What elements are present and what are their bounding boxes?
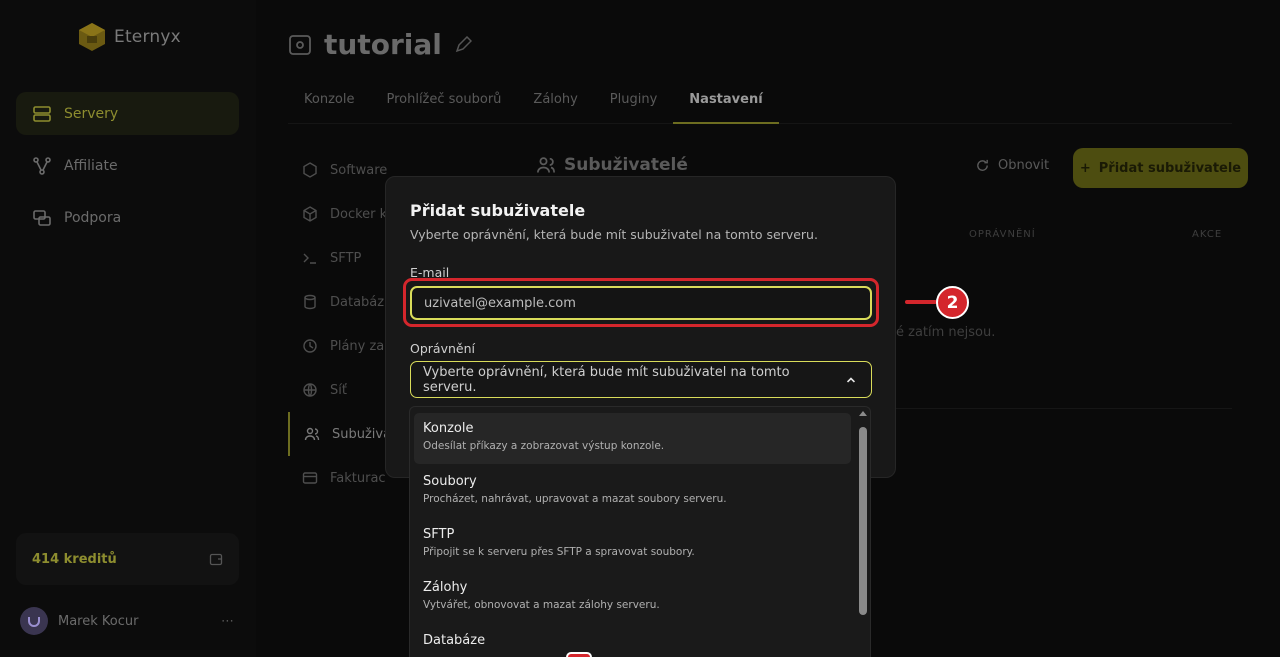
empty-state-text: é zatím nejsou.: [896, 325, 996, 340]
option-title: Databáze: [423, 633, 486, 648]
subnav-label: SFTP: [330, 250, 362, 266]
tab-bar: Konzole Prohlížeč souborů Zálohy Pluginy…: [288, 80, 1232, 124]
avatar: [20, 607, 48, 635]
option-description: Procházet, nahrávat, upravovat a mazat s…: [423, 493, 727, 505]
modal-title: Přidat subuživatele: [410, 201, 586, 220]
section-title-text: Subuživatelé: [564, 155, 688, 175]
server-header: tutorial: [288, 28, 472, 61]
scroll-up-icon[interactable]: [859, 411, 867, 416]
permission-option-soubory[interactable]: Soubory Procházet, nahrávat, upravovat a…: [414, 466, 851, 517]
permissions-label: Oprávnění: [410, 341, 475, 356]
option-description: Vytvářet, obnovovat a mazat zálohy serve…: [423, 599, 660, 611]
tab-zalohy[interactable]: Zálohy: [517, 80, 593, 124]
logo-icon: [78, 22, 106, 52]
subnav-item-software[interactable]: Software: [288, 148, 398, 192]
terminal-icon: [303, 253, 316, 264]
subnav-label: Fakturac: [330, 470, 386, 486]
add-subuser-label: Přidat subuživatele: [1098, 160, 1242, 176]
subnav-item-sftp[interactable]: SFTP: [288, 236, 398, 280]
affiliate-icon: [33, 156, 51, 175]
column-actions: AKCE: [1192, 229, 1223, 240]
card-icon: [302, 472, 318, 484]
pencil-icon[interactable]: [454, 35, 472, 54]
option-description: Připojit se k serveru přes SFTP a spravo…: [423, 546, 695, 558]
tab-pluginy[interactable]: Pluginy: [594, 80, 674, 124]
sidebar-item-label: Podpora: [64, 209, 122, 226]
option-title: Zálohy: [423, 580, 468, 595]
option-title: Konzole: [423, 421, 474, 436]
callout-connector: [905, 300, 937, 304]
divider: [896, 408, 1232, 409]
subnav-item-fakturace[interactable]: Fakturac: [288, 456, 398, 500]
subnav-label: Plány za: [330, 338, 385, 354]
subnav-item-databaze[interactable]: Databáz: [288, 280, 398, 324]
permission-option-sftp[interactable]: SFTP Připojit se k serveru přes SFTP a s…: [414, 519, 851, 570]
refresh-icon: [977, 159, 988, 171]
scroll-thumb[interactable]: [859, 427, 867, 615]
permissions-dropdown: Konzole Odesílat příkazy a zobrazovat vý…: [409, 406, 871, 657]
subnav-label: Software: [330, 162, 388, 178]
support-icon: [33, 209, 51, 226]
subnav-item-sit[interactable]: Síť: [288, 368, 398, 412]
dropdown-scrollbar[interactable]: [858, 411, 868, 656]
clock-icon: [303, 339, 317, 353]
plus-icon: +: [1079, 160, 1091, 176]
column-permissions: OPRÁVNĚNÍ: [969, 229, 1036, 240]
server-icon: [33, 105, 51, 122]
sidebar-item-label: Affiliate: [64, 157, 118, 174]
sidebar-item-affiliate[interactable]: Affiliate: [16, 144, 239, 187]
user-menu-icon[interactable]: ⋯: [221, 614, 235, 629]
email-label: E-mail: [410, 265, 450, 280]
tab-konzole[interactable]: Konzole: [288, 80, 370, 124]
sidebar-item-servery[interactable]: Servery: [16, 92, 239, 135]
permission-option-zalohy[interactable]: Zálohy Vytvářet, obnovovat a mazat záloh…: [414, 572, 851, 623]
user-profile[interactable]: Marek Kocur ⋯: [20, 606, 235, 636]
subnav-label: Docker k: [330, 206, 388, 222]
permissions-select-value: Vyberte oprávnění, která bude mít subuži…: [423, 364, 790, 395]
users-icon: [304, 427, 320, 441]
credits-value: 414 kreditů: [32, 551, 117, 567]
brand-name: Eternyx: [114, 27, 181, 47]
refresh-label: Obnovit: [998, 158, 1050, 173]
sidebar: Eternyx Servery Affiliate Podpora 414 kr…: [0, 0, 256, 657]
section-title: Subuživatelé: [536, 155, 688, 175]
modal-description: Vyberte oprávnění, která bude mít subuži…: [410, 227, 818, 242]
tab-prohlizec-souboru[interactable]: Prohlížeč souborů: [370, 80, 517, 124]
option-title: Soubory: [423, 474, 477, 489]
server-settings-icon: [289, 34, 311, 55]
settings-subnav: Software Docker k SFTP Databáz Plány za …: [288, 148, 398, 500]
credits-card[interactable]: 414 kreditů: [16, 533, 239, 585]
page-title: tutorial: [324, 28, 442, 61]
logo[interactable]: Eternyx: [78, 22, 181, 52]
globe-icon: [303, 383, 317, 397]
subnav-label: Síť: [330, 382, 347, 398]
sidebar-item-label: Servery: [64, 105, 119, 122]
callout-badge-partial: [566, 652, 592, 657]
users-icon: [537, 157, 555, 173]
subnav-label: Databáz: [330, 294, 385, 310]
wallet-icon: [209, 553, 223, 566]
permission-option-konzole[interactable]: Konzole Odesílat příkazy a zobrazovat vý…: [414, 413, 851, 464]
option-title: SFTP: [423, 527, 455, 542]
subnav-label: Subuživa: [332, 426, 392, 442]
tab-nastaveni[interactable]: Nastavení: [673, 80, 779, 124]
subnav-item-plany[interactable]: Plány za: [288, 324, 398, 368]
callout-step-badge: 2: [936, 286, 969, 319]
cube-icon: [303, 162, 317, 178]
sidebar-nav: Servery Affiliate Podpora: [16, 92, 239, 248]
permission-option-databaze[interactable]: Databáze: [414, 625, 851, 657]
option-description: Odesílat příkazy a zobrazovat výstup kon…: [423, 440, 665, 452]
database-icon: [304, 294, 316, 310]
add-subuser-button[interactable]: + Přidat subuživatele: [1073, 148, 1248, 188]
subnav-item-subuzivatele[interactable]: Subuživa: [288, 412, 398, 456]
chevron-up-icon: [846, 376, 856, 383]
refresh-button[interactable]: Obnovit: [975, 158, 1049, 173]
permissions-select[interactable]: Vyberte oprávnění, která bude mít subuži…: [410, 361, 872, 398]
sidebar-item-podpora[interactable]: Podpora: [16, 196, 239, 239]
email-field[interactable]: [410, 286, 872, 320]
subnav-item-docker[interactable]: Docker k: [288, 192, 398, 236]
docker-icon: [303, 206, 317, 222]
user-name: Marek Kocur: [58, 613, 139, 629]
